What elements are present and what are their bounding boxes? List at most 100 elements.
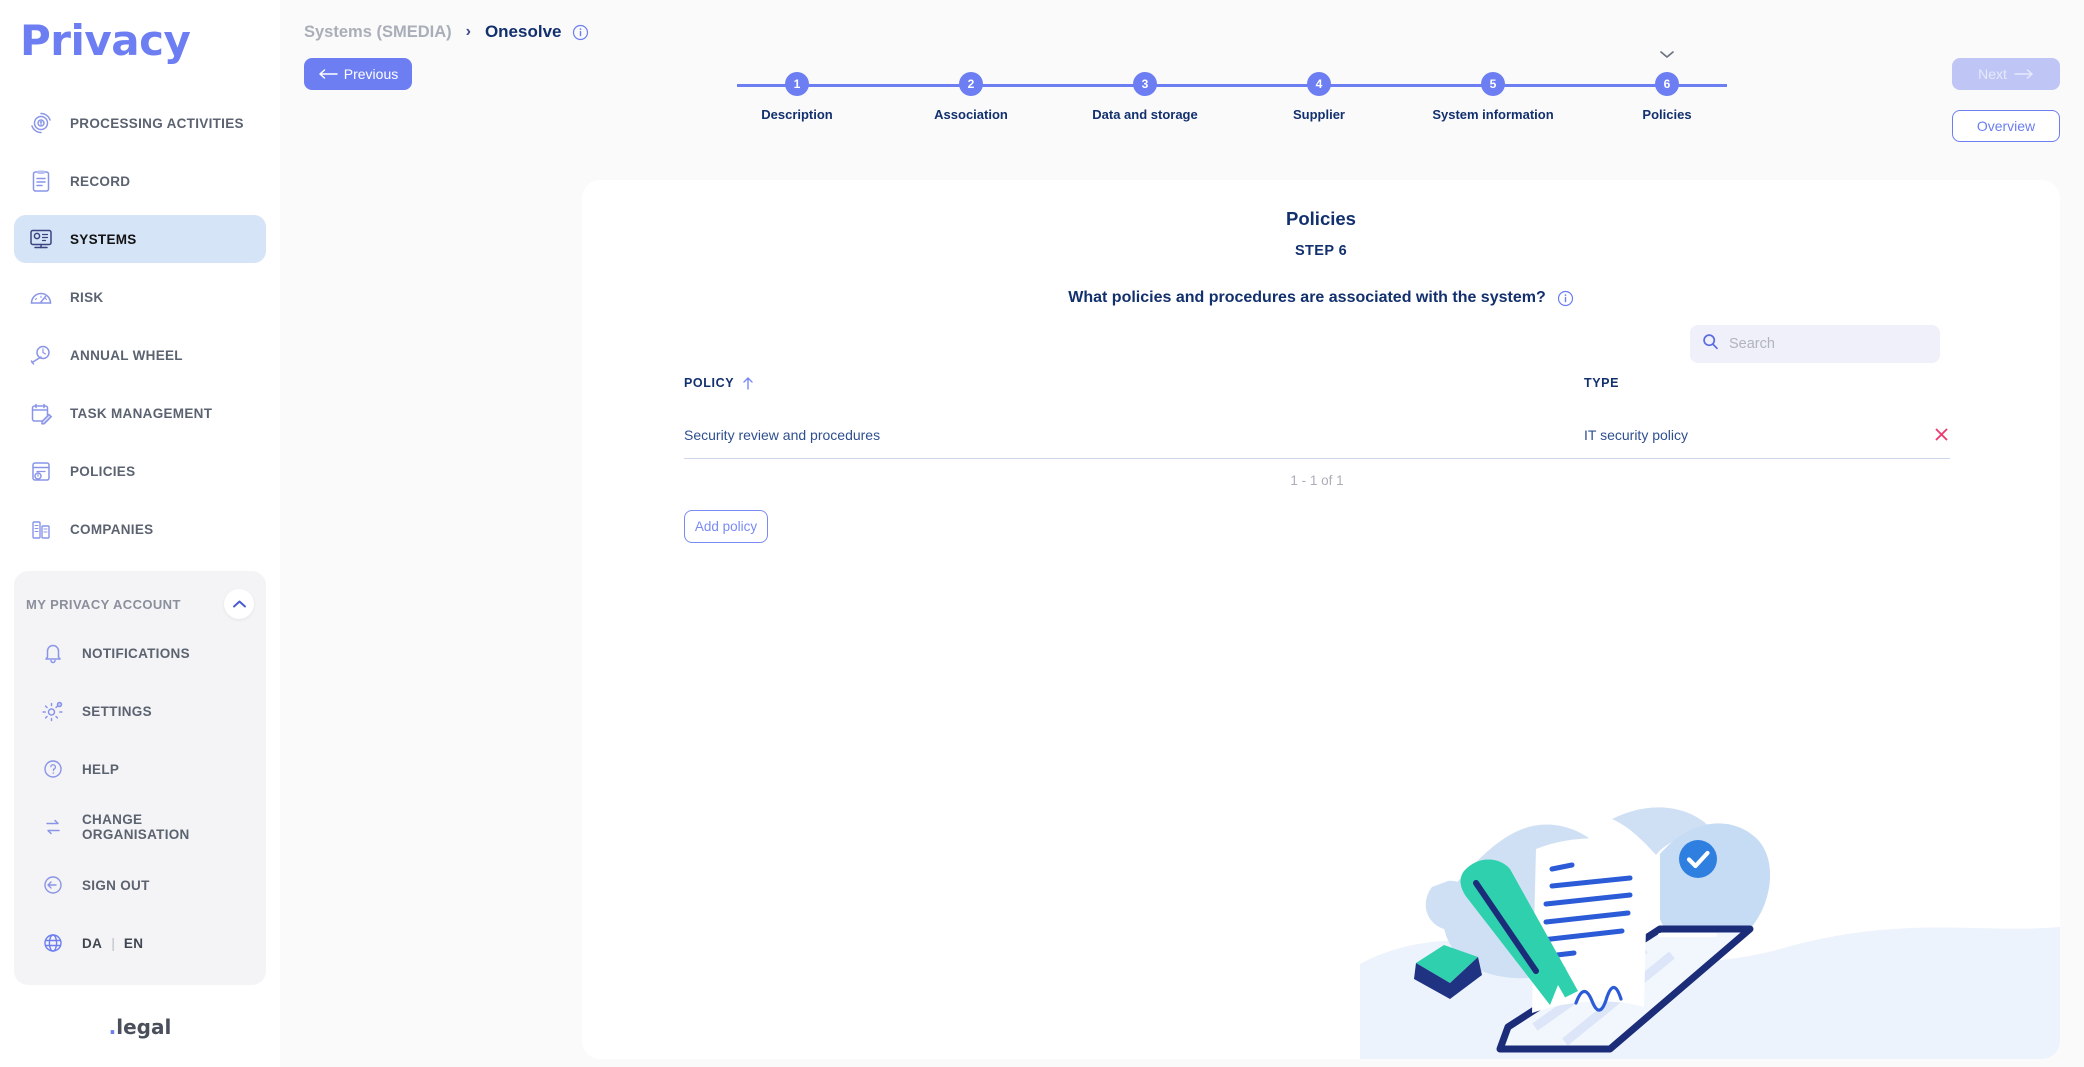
stepper-step-number[interactable]: 6 [1655,72,1679,96]
sidebar-item-settings[interactable]: SETTINGS [26,687,254,735]
task-management-icon [26,398,56,428]
sidebar-item-policies[interactable]: POLICIES [14,447,266,495]
stepper-step-number[interactable]: 2 [959,72,983,96]
stepper-step-6[interactable]: 6 Policies [1580,51,1754,122]
info-icon[interactable] [572,24,589,41]
sidebar: Privacy PROCESSING ACTIVITIES RECORD SYS… [0,0,280,1067]
overview-button[interactable]: Overview [1952,110,2060,142]
chevron-up-icon[interactable] [224,589,254,619]
app-logo: Privacy [20,16,191,65]
cell-type: IT security policy [1584,426,1688,443]
sidebar-item-companies[interactable]: COMPANIES [14,505,266,553]
sidebar-item-sign-out[interactable]: SIGN OUT [26,861,254,909]
sidebar-item-label: ANNUAL WHEEL [70,347,183,363]
chevron-down-icon[interactable] [1580,50,1754,59]
search-input[interactable] [1729,336,1928,352]
next-button[interactable]: Next [1952,58,2060,90]
sidebar-item-label: SIGN OUT [82,877,150,893]
lang-da[interactable]: DA [82,936,102,951]
stepper-step-number[interactable]: 1 [785,72,809,96]
sign-out-icon [38,870,68,900]
sidebar-item-label: POLICIES [70,463,136,479]
sidebar-item-label: NOTIFICATIONS [82,645,190,661]
sidebar-item-risk[interactable]: RISK [14,273,266,321]
cell-policy[interactable]: Security review and procedures [684,427,1584,443]
search-box[interactable] [1690,325,1940,363]
stepper-step-label: Data and storage [1092,107,1198,122]
content-step-label: STEP 6 [1294,243,1348,259]
sidebar-item-systems[interactable]: SYSTEMS [14,215,266,263]
sort-asc-icon[interactable] [742,376,754,390]
search-icon [1702,333,1729,355]
info-icon[interactable] [1557,290,1574,307]
policies-icon [26,456,56,486]
sidebar-item-notifications[interactable]: NOTIFICATIONS [26,629,254,677]
sidebar-item-label: RISK [70,289,104,305]
column-header-policy[interactable]: POLICY [684,376,1584,390]
stepper-step-5[interactable]: 5 System information [1406,66,1580,122]
wizard-toolbar: Previous 1 Description 2 Association 3 D… [280,40,2084,150]
stepper-step-number[interactable]: 4 [1307,72,1331,96]
sidebar-item-label: SETTINGS [82,703,152,719]
add-policy-button[interactable]: Add policy [684,510,768,543]
breadcrumb-parent[interactable]: Systems (SMEDIA) [304,23,452,42]
account-panel-title: MY PRIVACY ACCOUNT [26,596,181,612]
sidebar-item-processing-activities[interactable]: PROCESSING ACTIVITIES [14,99,266,147]
stepper-step-number[interactable]: 5 [1481,72,1505,96]
stepper-step-label: System information [1432,107,1554,122]
lang-en[interactable]: EN [124,936,144,951]
legal-footer-word: legal [116,1015,172,1039]
overview-button-label: Overview [1976,118,2036,134]
breadcrumb-separator-icon: › [465,23,471,40]
sidebar-item-label: CHANGE ORGANISATION [82,812,190,842]
companies-icon [26,514,56,544]
sidebar-item-label: SYSTEMS [70,231,137,247]
sidebar-item-label: HELP [82,761,120,777]
stepper-step-1[interactable]: 1 Description [710,66,884,122]
table-row: Security review and procedures IT securi… [684,411,1950,459]
content-title: Policies [1286,208,1356,229]
content-card: Policies STEP 6 What policies and proced… [582,180,2060,1059]
sidebar-item-label: PROCESSING ACTIVITIES [70,115,244,131]
content-question: What policies and procedures are associa… [582,289,2060,307]
stepper-step-label: Association [934,107,1008,122]
stepper-step-number[interactable]: 3 [1133,72,1157,96]
sidebar-item-label: TASK MANAGEMENT [70,405,213,421]
main-area: Systems (SMEDIA) › Onesolve Previous 1 D… [280,0,2084,1067]
next-button-label: Next [1978,66,2007,82]
sidebar-item-change-organisation[interactable]: CHANGE ORGANISATION [26,803,254,851]
cell-actions [1890,426,1950,443]
help-circle-icon [38,754,68,784]
sidebar-item-record[interactable]: RECORD [14,157,266,205]
lang-separator: | [111,935,115,951]
table-header-row: POLICY TYPE [684,376,1950,394]
arrow-left-icon [318,68,338,80]
sidebar-item-help[interactable]: HELP [26,745,254,793]
bell-icon [38,638,68,668]
add-policy-button-label: Add policy [694,519,758,534]
column-header-type[interactable]: TYPE [1584,376,1950,390]
sidebar-item-annual-wheel[interactable]: ANNUAL WHEEL [14,331,266,379]
sidebar-item-task-management[interactable]: TASK MANAGEMENT [14,389,266,437]
policies-table: POLICY TYPE Security review and procedur… [684,376,1950,543]
close-x-icon[interactable] [1933,426,1950,443]
my-privacy-account-panel: MY PRIVACY ACCOUNT NOTIFICATIONS SETTING… [14,571,266,985]
stepper-step-label: Supplier [1292,107,1345,122]
language-switcher[interactable]: DA | EN [26,919,254,967]
account-panel-header: MY PRIVACY ACCOUNT [14,585,266,629]
stepper-step-4[interactable]: 4 Supplier [1232,66,1406,122]
systems-icon [26,224,56,254]
previous-button[interactable]: Previous [304,58,412,90]
annual-wheel-icon [26,340,56,370]
clipboard-icon [26,166,56,196]
gear-icon [38,696,68,726]
table-pagination: 1 - 1 of 1 [1290,473,1344,488]
stepper-step-3[interactable]: 3 Data and storage [1058,66,1232,122]
sidebar-item-label: COMPANIES [70,521,154,537]
stepper-step-label: Policies [1642,107,1692,122]
globe-icon [38,928,68,958]
column-header-type-label: TYPE [1584,376,1620,390]
gauge-icon [26,282,56,312]
stepper-step-label: Description [761,107,833,122]
stepper-step-2[interactable]: 2 Association [884,66,1058,122]
